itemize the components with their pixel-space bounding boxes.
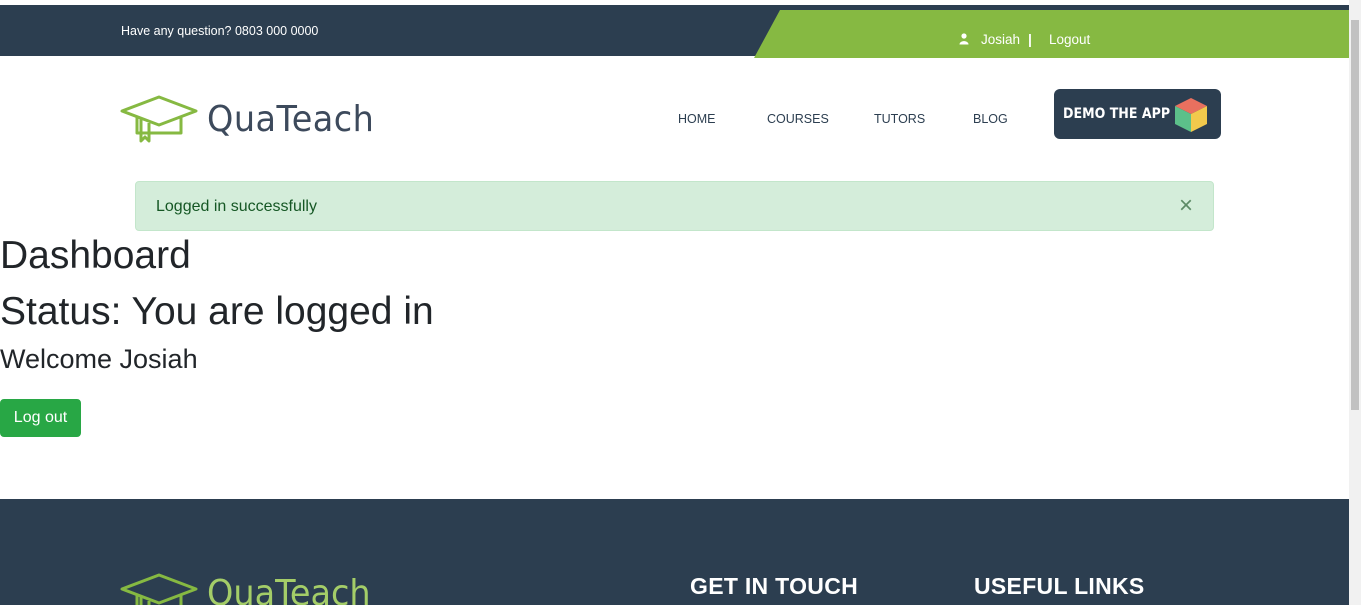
- scrollbar-thumb[interactable]: [1351, 20, 1359, 410]
- alert-message: Logged in successfully: [156, 198, 317, 215]
- user-icon: [959, 33, 969, 45]
- topbar-logout-link[interactable]: Logout: [1049, 32, 1090, 47]
- nav-tutors[interactable]: TUTORS: [874, 112, 925, 126]
- cube-icon: [1175, 98, 1207, 132]
- page-title: Dashboard: [0, 234, 191, 277]
- footer-heading-links: USEFUL LINKS: [974, 573, 1145, 599]
- nav-courses[interactable]: COURSES: [767, 112, 829, 126]
- welcome-heading: Welcome Josiah: [0, 344, 198, 374]
- bottom-edge: [0, 605, 1361, 609]
- nav-home[interactable]: HOME: [678, 112, 716, 126]
- status-heading: Status: You are logged in: [0, 290, 434, 333]
- graduation-cap-icon: [120, 95, 198, 143]
- demo-app-button[interactable]: DEMO THE APP: [1054, 89, 1221, 139]
- footer-heading-contact: GET IN TOUCH: [690, 573, 859, 599]
- user-name[interactable]: Josiah: [981, 32, 1020, 47]
- brand-logo[interactable]: QuaTeach: [120, 93, 387, 145]
- scrollbar[interactable]: [1349, 0, 1361, 609]
- footer: QuaTeach GET IN TOUCH USEFUL LINKS: [0, 499, 1349, 609]
- demo-app-label: DEMO THE APP: [1063, 106, 1171, 122]
- footer-logo[interactable]: QuaTeach: [120, 571, 383, 609]
- logout-button[interactable]: Log out: [0, 399, 81, 437]
- nav-blog[interactable]: BLOG: [973, 112, 1008, 126]
- separator: |: [1028, 31, 1032, 47]
- close-icon[interactable]: ×: [1179, 194, 1193, 218]
- brand-name: QuaTeach: [207, 98, 375, 140]
- graduation-cap-icon: [120, 573, 198, 609]
- success-alert: Logged in successfully ×: [135, 181, 1214, 231]
- contact-question: Have any question? 0803 000 0000: [121, 24, 319, 38]
- footer-brand-name: QuaTeach: [207, 573, 371, 609]
